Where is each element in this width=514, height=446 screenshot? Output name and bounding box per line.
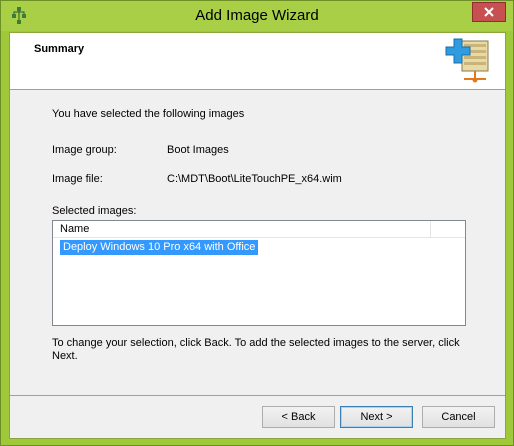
- selected-images-list[interactable]: Name Deploy Windows 10 Pro x64 with Offi…: [52, 220, 466, 326]
- back-button[interactable]: < Back: [262, 406, 335, 428]
- intro-text: You have selected the following images: [52, 108, 245, 120]
- wizard-header: Summary: [10, 33, 505, 90]
- selected-images-label: Selected images:: [52, 205, 137, 217]
- image-group-label: Image group:: [52, 144, 117, 156]
- add-image-icon: [445, 38, 489, 83]
- footer-divider: [10, 395, 505, 396]
- wizard-client-area: Summary You have selected the following …: [9, 32, 506, 439]
- next-button[interactable]: Next >: [340, 406, 413, 428]
- page-title: Summary: [34, 43, 85, 55]
- title-bar[interactable]: Add Image Wizard: [1, 1, 513, 31]
- list-item[interactable]: Deploy Windows 10 Pro x64 with Office: [60, 240, 259, 255]
- image-file-value: C:\MDT\Boot\LiteTouchPE_x64.wim: [167, 173, 342, 185]
- column-header-name[interactable]: Name: [53, 221, 431, 238]
- close-button[interactable]: [472, 2, 506, 22]
- wizard-window: Add Image Wizard Summary You have select…: [0, 0, 514, 446]
- image-group-value: Boot Images: [167, 144, 229, 156]
- window-title: Add Image Wizard: [195, 7, 319, 24]
- instruction-text: To change your selection, click Back. To…: [52, 337, 460, 362]
- close-icon: [484, 7, 494, 17]
- image-file-label: Image file:: [52, 173, 103, 185]
- list-header: Name: [53, 221, 465, 238]
- cancel-button[interactable]: Cancel: [422, 406, 495, 428]
